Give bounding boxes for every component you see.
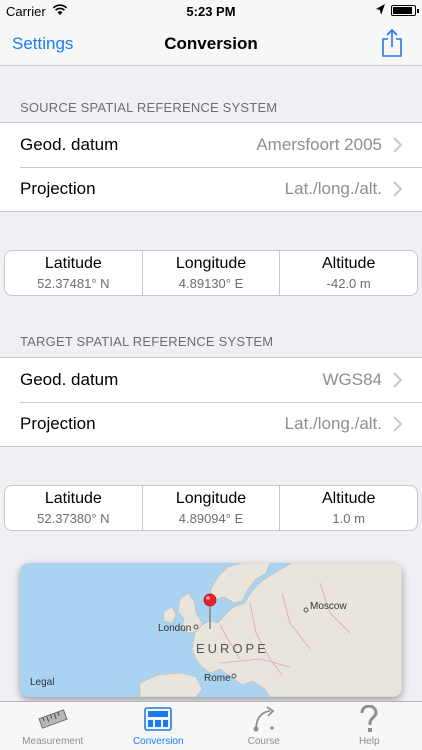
tab-course[interactable]: Course	[211, 702, 317, 750]
source-altitude-cell[interactable]: Altitude -42.0 m	[280, 251, 417, 295]
europe-label: EUROPE	[196, 641, 269, 656]
moscow-label: Moscow	[310, 601, 347, 612]
source-latitude-cell[interactable]: Latitude 52.37481° N	[5, 251, 143, 295]
row-label: Projection	[20, 179, 96, 198]
conversion-icon	[144, 707, 173, 731]
navigation-bar: Settings Conversion	[0, 22, 422, 66]
page-title: Conversion	[164, 34, 258, 53]
source-datum-row[interactable]: Geod. datum Amersfoort 2005	[0, 123, 422, 167]
coord-label: Altitude	[321, 255, 376, 272]
tab-label: Course	[247, 736, 280, 747]
target-latitude-cell[interactable]: Latitude 52.37380° N	[5, 486, 143, 530]
target-datum-row[interactable]: Geod. datum WGS84	[0, 358, 422, 402]
chevron-right-icon	[393, 416, 402, 432]
map-land-iberia	[139, 672, 203, 697]
target-section-header: TARGET SPATIAL REFERENCE SYSTEM	[20, 334, 274, 349]
coord-value: 1.0 m	[332, 511, 365, 526]
tab-label: Conversion	[132, 736, 184, 747]
share-icon[interactable]	[380, 28, 404, 58]
row-value: Lat./long./alt.	[284, 414, 382, 433]
coord-label: Longitude	[175, 255, 247, 272]
row-label: Geod. datum	[20, 370, 119, 389]
row-value: Amersfoort 2005	[256, 135, 382, 154]
tab-label: Measurement	[22, 736, 84, 747]
rome-label: Rome	[204, 673, 231, 684]
source-settings-group: Geod. datum Amersfoort 2005 Projection L…	[0, 122, 422, 212]
coord-label: Longitude	[175, 490, 247, 507]
chevron-right-icon	[393, 181, 402, 197]
chevron-right-icon	[393, 137, 402, 153]
battery-icon	[391, 5, 419, 16]
ruler-icon	[38, 709, 68, 729]
map-canvas[interactable]: Moscow London EUROPE Rome Legal	[20, 563, 402, 697]
coord-value: 4.89094° E	[178, 511, 244, 526]
tab-conversion[interactable]: Conversion	[106, 702, 212, 750]
status-bar: Carrier 5:23 PM	[0, 0, 422, 22]
coord-label: Altitude	[321, 490, 376, 507]
row-label: Geod. datum	[20, 135, 119, 154]
coord-value: 52.37380° N	[37, 511, 110, 526]
target-projection-row[interactable]: Projection Lat./long./alt.	[0, 402, 422, 446]
coord-value: -42.0 m	[326, 276, 371, 291]
row-value: Lat./long./alt.	[284, 179, 382, 198]
help-icon	[360, 705, 378, 732]
tab-bar: Measurement Conversion Course Help	[0, 701, 422, 750]
course-icon	[253, 706, 275, 732]
target-longitude-cell[interactable]: Longitude 4.89094° E	[143, 486, 281, 530]
target-coordinates-panel[interactable]: Latitude 52.37380° N Longitude 4.89094° …	[4, 485, 418, 531]
row-value: WGS84	[322, 370, 382, 389]
coord-label: Latitude	[44, 255, 102, 272]
legal-link[interactable]: Legal	[30, 677, 54, 688]
map-land-ireland	[163, 606, 177, 624]
source-projection-row[interactable]: Projection Lat./long./alt.	[0, 167, 422, 211]
target-settings-group: Geod. datum WGS84 Projection Lat./long./…	[0, 357, 422, 447]
source-section-header: SOURCE SPATIAL REFERENCE SYSTEM	[20, 100, 278, 115]
coord-value: 52.37481° N	[37, 276, 110, 291]
tab-help[interactable]: Help	[317, 702, 422, 750]
coord-label: Latitude	[44, 490, 102, 507]
tab-label: Help	[358, 736, 380, 747]
source-coordinates-panel[interactable]: Latitude 52.37481° N Longitude 4.89130° …	[4, 250, 418, 296]
target-altitude-cell[interactable]: Altitude 1.0 m	[280, 486, 417, 530]
map-view[interactable]: Moscow London EUROPE Rome Legal	[20, 563, 402, 697]
location-arrow-icon	[376, 4, 385, 15]
london-label: London	[158, 623, 191, 634]
chevron-right-icon	[393, 372, 402, 388]
coord-value: 4.89130° E	[178, 276, 244, 291]
source-longitude-cell[interactable]: Longitude 4.89130° E	[143, 251, 281, 295]
clock: 5:23 PM	[186, 4, 236, 19]
tab-measurement[interactable]: Measurement	[0, 702, 106, 750]
row-label: Projection	[20, 414, 96, 433]
